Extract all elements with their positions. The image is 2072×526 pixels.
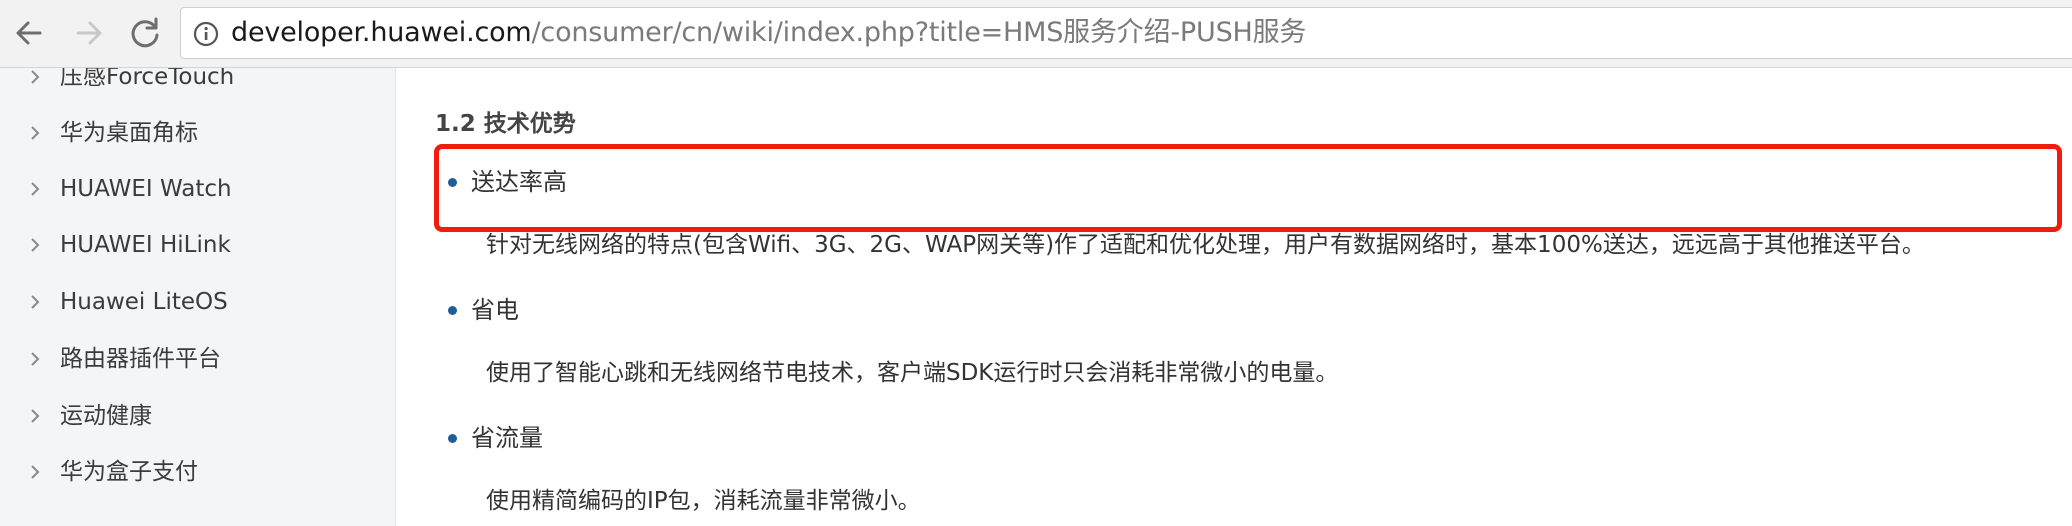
sidebar-item-label: 华为桌面角标 bbox=[60, 120, 198, 146]
bullet-description: 使用了智能心跳和无线网络节电技术，客户端SDK运行时只会消耗非常微小的电量。 bbox=[486, 360, 1339, 386]
browser-toolbar: developer.huawei.com/consumer/cn/wiki/in… bbox=[0, 0, 2072, 68]
highlight-box bbox=[434, 144, 2062, 232]
sidebar-item-label: HUAWEI HiLink bbox=[60, 232, 231, 258]
chevron-right-icon bbox=[31, 70, 40, 84]
chevron-right-icon bbox=[31, 352, 40, 366]
arrow-right-icon bbox=[76, 21, 102, 45]
chevron-right-icon bbox=[31, 238, 40, 252]
bullet-description: 针对无线网络的特点(包含Wifi、3G、2G、WAP网关等)作了适配和优化处理，… bbox=[486, 232, 1925, 258]
back-button[interactable] bbox=[6, 10, 52, 56]
chevron-right-icon bbox=[31, 465, 40, 479]
sidebar-item-router-plugin[interactable]: 路由器插件平台 bbox=[0, 337, 395, 381]
sidebar-item-label: 压感ForceTouch bbox=[60, 68, 235, 90]
arrow-left-icon bbox=[16, 21, 42, 45]
bullet-dot-icon bbox=[448, 306, 457, 315]
sidebar-item-huawei-watch[interactable]: HUAWEI Watch bbox=[0, 167, 395, 211]
sidebar-item-label: 华为盒子支付 bbox=[60, 459, 198, 485]
sidebar-item-label: Huawei LiteOS bbox=[60, 289, 228, 315]
sidebar-item-forcetouch[interactable]: 压感ForceTouch bbox=[0, 68, 395, 99]
chevron-right-icon bbox=[31, 126, 40, 140]
reload-icon bbox=[131, 17, 159, 48]
main-content: 1.2 技术优势 送达率高 针对无线网络的特点(包含Wifi、3G、2G、WAP… bbox=[396, 68, 2072, 526]
sidebar-item-label: HUAWEI Watch bbox=[60, 176, 232, 202]
sidebar-nav: 压感ForceTouch 华为桌面角标 HUAWEI Watch HUAWEI … bbox=[0, 68, 396, 526]
sidebar-item-label: 运动健康 bbox=[60, 403, 152, 429]
sidebar-item-label: 路由器插件平台 bbox=[60, 346, 221, 372]
section-heading: 1.2 技术优势 bbox=[435, 111, 576, 137]
sidebar-item-sports-health[interactable]: 运动健康 bbox=[0, 394, 395, 438]
chevron-right-icon bbox=[31, 295, 40, 309]
chevron-right-icon bbox=[31, 182, 40, 196]
url-text[interactable]: developer.huawei.com/consumer/cn/wiki/in… bbox=[231, 8, 1306, 58]
bullet-title: 省电 bbox=[471, 296, 519, 324]
bullet-dot-icon bbox=[448, 434, 457, 443]
info-icon[interactable] bbox=[193, 21, 219, 47]
bullet-description: 使用精简编码的IP包，消耗流量非常微小。 bbox=[486, 488, 921, 514]
sidebar-item-huawei-liteos[interactable]: Huawei LiteOS bbox=[0, 280, 395, 324]
chevron-right-icon bbox=[31, 409, 40, 423]
bullet-title: 省流量 bbox=[471, 424, 543, 452]
url-host: developer.huawei.com bbox=[231, 17, 532, 48]
sidebar-item-box-payment[interactable]: 华为盒子支付 bbox=[0, 450, 395, 494]
url-path: /consumer/cn/wiki/index.php?title=HMS服务介… bbox=[531, 17, 1307, 48]
reload-button[interactable] bbox=[122, 10, 168, 56]
sidebar-item-desktop-badge[interactable]: 华为桌面角标 bbox=[0, 111, 395, 155]
forward-button[interactable] bbox=[66, 10, 112, 56]
sidebar-item-huawei-hilink[interactable]: HUAWEI HiLink bbox=[0, 223, 395, 267]
address-bar[interactable]: developer.huawei.com/consumer/cn/wiki/in… bbox=[180, 7, 2072, 59]
